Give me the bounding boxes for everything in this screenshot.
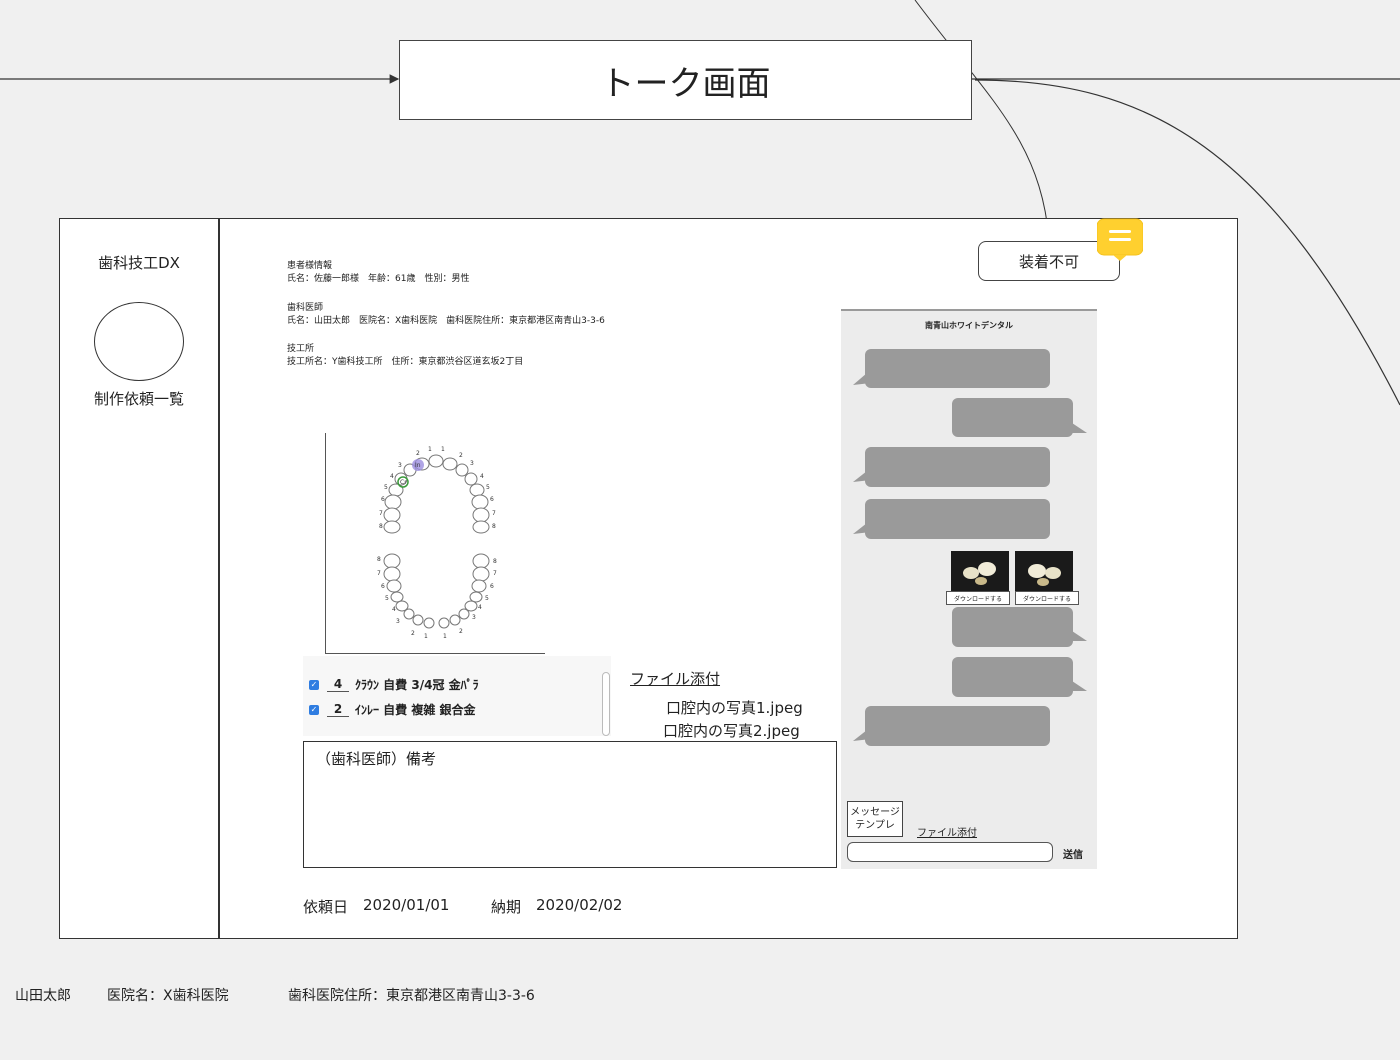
svg-text:4: 4	[478, 604, 482, 611]
checkbox[interactable]: ✓	[309, 679, 319, 690]
svg-text:8: 8	[377, 556, 381, 563]
patient-info: 患者様情報 氏名：佐藤一郎様 年齢：61歳 性別：男性	[287, 260, 469, 286]
svg-text:5: 5	[486, 484, 490, 491]
svg-text:7: 7	[377, 570, 381, 577]
tooth-chart-drawing: In Cr 1 1 2 2 3 3 4 4 5 5 6 6 7 7 8 8 8 8 7 7 6 6 5 5…	[377, 446, 497, 640]
screen-title: トーク画面	[600, 63, 771, 104]
checkbox[interactable]: ✓	[309, 704, 319, 715]
file-attach-link[interactable]: ファイル添付	[630, 668, 720, 689]
dentist-info-details: 氏名：山田太郎 医院名：X歯科医院 歯科医院住所：東京都港区南青山3-3-6	[287, 316, 605, 326]
svg-text:5: 5	[385, 595, 389, 602]
message-bubble-sent	[952, 657, 1073, 697]
svg-text:8: 8	[492, 523, 496, 530]
svg-text:6: 6	[490, 583, 494, 590]
due-date-label: 納期	[491, 898, 522, 916]
comment-icon[interactable]	[1096, 218, 1144, 261]
svg-text:3: 3	[470, 460, 474, 467]
tooth-number[interactable]: 4	[327, 677, 349, 692]
download-label: ダウンロードする	[1022, 595, 1071, 603]
svg-text:8: 8	[379, 523, 383, 530]
patient-info-heading: 患者様情報	[287, 261, 333, 271]
not-fittable-label: 装着不可	[1018, 252, 1079, 271]
list-scrollbar[interactable]	[602, 672, 610, 736]
tooth-number[interactable]: 2	[327, 702, 349, 717]
svg-text:1: 1	[428, 446, 432, 453]
download-label: ダウンロードする	[953, 595, 1002, 603]
chat-file-attach-link[interactable]: ファイル添付	[917, 824, 977, 839]
request-date: 2020/01/01	[363, 896, 450, 914]
svg-text:1: 1	[424, 633, 428, 640]
message-bubble-received	[865, 349, 1050, 388]
request-date-label: 依頼日	[303, 898, 349, 916]
message-bubble-received	[865, 499, 1050, 539]
svg-text:4: 4	[390, 473, 394, 480]
list-item[interactable]: ✓ 4 ｸﾗｳﾝ 自費 3/4冠 金ﾊﾟﾗ	[309, 676, 479, 693]
due-date: 2020/02/02	[536, 896, 623, 914]
svg-text:6: 6	[490, 496, 494, 503]
svg-text:7: 7	[379, 510, 383, 517]
app-name: 歯科技工DX	[98, 254, 180, 272]
svg-text:8: 8	[493, 558, 497, 565]
prosthesis-list: ✓ 4 ｸﾗｳﾝ 自費 3/4冠 金ﾊﾟﾗ ✓ 2 ｲﾝﾚｰ 自費 複雑 銀合金	[303, 656, 611, 736]
note-name: 山田太郎	[15, 988, 71, 1004]
svg-text:7: 7	[492, 510, 496, 517]
svg-text:6: 6	[381, 496, 385, 503]
patient-info-details: 氏名：佐藤一郎様 年齢：61歳 性別：男性	[287, 274, 470, 284]
message-bubble-sent	[952, 607, 1073, 647]
svg-text:2: 2	[459, 452, 463, 459]
note-address: 歯科医院住所：東京都港区南青山3-3-6	[288, 988, 535, 1004]
svg-text:In: In	[415, 462, 421, 469]
avatar[interactable]	[94, 302, 184, 381]
lab-info: 技工所 技工所名：Y歯科技工所 住所：東京都渋谷区道玄坂2丁目	[287, 343, 523, 369]
svg-text:2: 2	[459, 628, 463, 635]
svg-text:3: 3	[396, 618, 400, 625]
note-clinic: 医院名：X歯科医院	[107, 988, 229, 1004]
download-button[interactable]: ダウンロードする	[946, 591, 1010, 605]
screen-title-box: トーク画面	[399, 40, 972, 120]
dentist-info: 歯科医師 氏名：山田太郎 医院名：X歯科医院 歯科医院住所：東京都港区南青山3-…	[287, 302, 605, 328]
message-template-button[interactable]: メッセージ テンプレ	[847, 801, 903, 837]
sidebar-item-request-list[interactable]: 制作依頼一覧	[59, 388, 219, 409]
svg-text:7: 7	[493, 570, 497, 577]
prosthesis-description: ｲﾝﾚｰ 自費 複雑 銀合金	[355, 703, 476, 717]
download-button[interactable]: ダウンロードする	[1015, 591, 1079, 605]
message-bubble-received	[865, 447, 1050, 487]
message-bubble-received	[865, 706, 1050, 746]
svg-text:4: 4	[480, 473, 484, 480]
memo-label: （歯科医師）備考	[316, 750, 437, 768]
attachment-file-1[interactable]: 口腔内の写真1.jpeg	[666, 697, 803, 718]
svg-text:Cr: Cr	[400, 479, 407, 486]
svg-text:1: 1	[441, 446, 445, 453]
svg-text:1: 1	[443, 633, 447, 640]
attachment-file-2[interactable]: 口腔内の写真2.jpeg	[663, 720, 800, 741]
svg-text:2: 2	[411, 630, 415, 637]
prosthesis-description: ｸﾗｳﾝ 自費 3/4冠 金ﾊﾟﾗ	[355, 678, 479, 692]
svg-text:5: 5	[384, 484, 388, 491]
image-thumbnail[interactable]	[1015, 551, 1073, 591]
svg-text:5: 5	[485, 595, 489, 602]
dentist-info-heading: 歯科医師	[287, 303, 324, 313]
svg-text:4: 4	[392, 606, 396, 613]
svg-text:2: 2	[416, 450, 420, 457]
svg-text:3: 3	[398, 462, 402, 469]
send-button[interactable]: 送信	[1063, 846, 1083, 861]
lab-info-heading: 技工所	[287, 344, 315, 354]
svg-text:3: 3	[472, 614, 476, 621]
svg-text:6: 6	[381, 583, 385, 590]
list-item[interactable]: ✓ 2 ｲﾝﾚｰ 自費 複雑 銀合金	[309, 701, 476, 718]
tooth-chart[interactable]: In Cr 1 1 2 2 3 3 4 4 5 5 6 6 7 7 8 8 8 8 7 7 6 6 5 5…	[325, 433, 545, 654]
memo-textarea[interactable]: （歯科医師）備考	[303, 741, 837, 868]
image-thumbnail[interactable]	[951, 551, 1009, 591]
message-bubble-sent	[952, 398, 1073, 437]
lab-info-details: 技工所名：Y歯科技工所 住所：東京都渋谷区道玄坂2丁目	[287, 357, 524, 367]
chat-message-input[interactable]	[847, 842, 1053, 862]
